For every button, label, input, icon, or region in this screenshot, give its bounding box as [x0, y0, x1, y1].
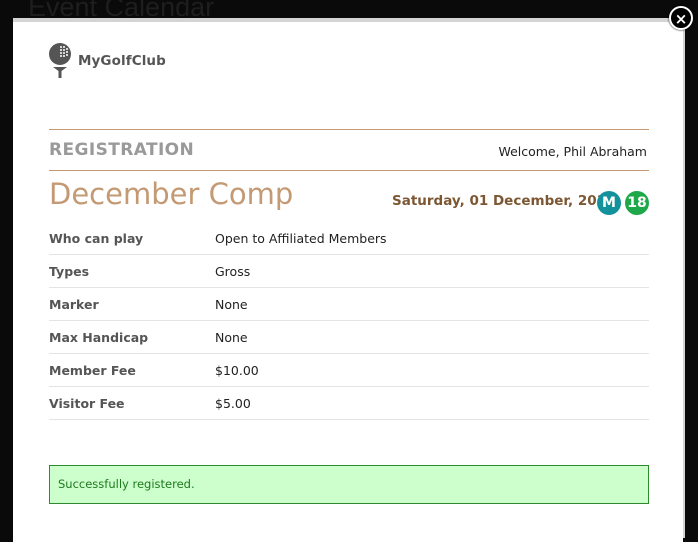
detail-row-member-fee: Member Fee $10.00 — [49, 354, 649, 387]
success-alert: Successfully registered. — [49, 465, 649, 504]
badge-m: M — [597, 191, 621, 215]
detail-value: None — [215, 329, 248, 345]
close-button[interactable]: × — [669, 6, 693, 30]
detail-row-visitor-fee: Visitor Fee $5.00 — [49, 387, 649, 420]
event-name: December Comp — [49, 177, 294, 211]
detail-label: Visitor Fee — [49, 395, 125, 411]
detail-row-max-handicap: Max Handicap None — [49, 321, 649, 354]
badge-18-holes: 18 — [625, 191, 649, 215]
detail-row-types: Types Gross — [49, 255, 649, 288]
welcome-text: Welcome, Phil Abraham — [498, 144, 647, 159]
section-title: REGISTRATION — [49, 140, 195, 160]
club-logo[interactable]: MyGolfClub — [48, 42, 166, 80]
divider-bottom — [49, 170, 649, 171]
event-date: Saturday, 01 December, 2018 — [392, 193, 616, 209]
divider-top — [49, 129, 649, 130]
event-details-table: Who can play Open to Affiliated Members … — [49, 222, 649, 420]
detail-label: Types — [49, 263, 90, 279]
detail-label: Who can play — [49, 230, 144, 246]
detail-value: None — [215, 296, 248, 312]
detail-label: Max Handicap — [49, 329, 149, 345]
detail-row-who-can-play: Who can play Open to Affiliated Members — [49, 222, 649, 255]
detail-value: $5.00 — [215, 395, 251, 411]
golf-ball-on-tee-icon — [48, 42, 72, 80]
logo-text: MyGolfClub — [78, 53, 166, 69]
detail-label: Marker — [49, 296, 99, 312]
detail-row-marker: Marker None — [49, 288, 649, 321]
detail-value: $10.00 — [215, 362, 259, 378]
detail-label: Member Fee — [49, 362, 136, 378]
detail-value: Gross — [215, 263, 251, 279]
detail-value: Open to Affiliated Members — [215, 230, 387, 246]
